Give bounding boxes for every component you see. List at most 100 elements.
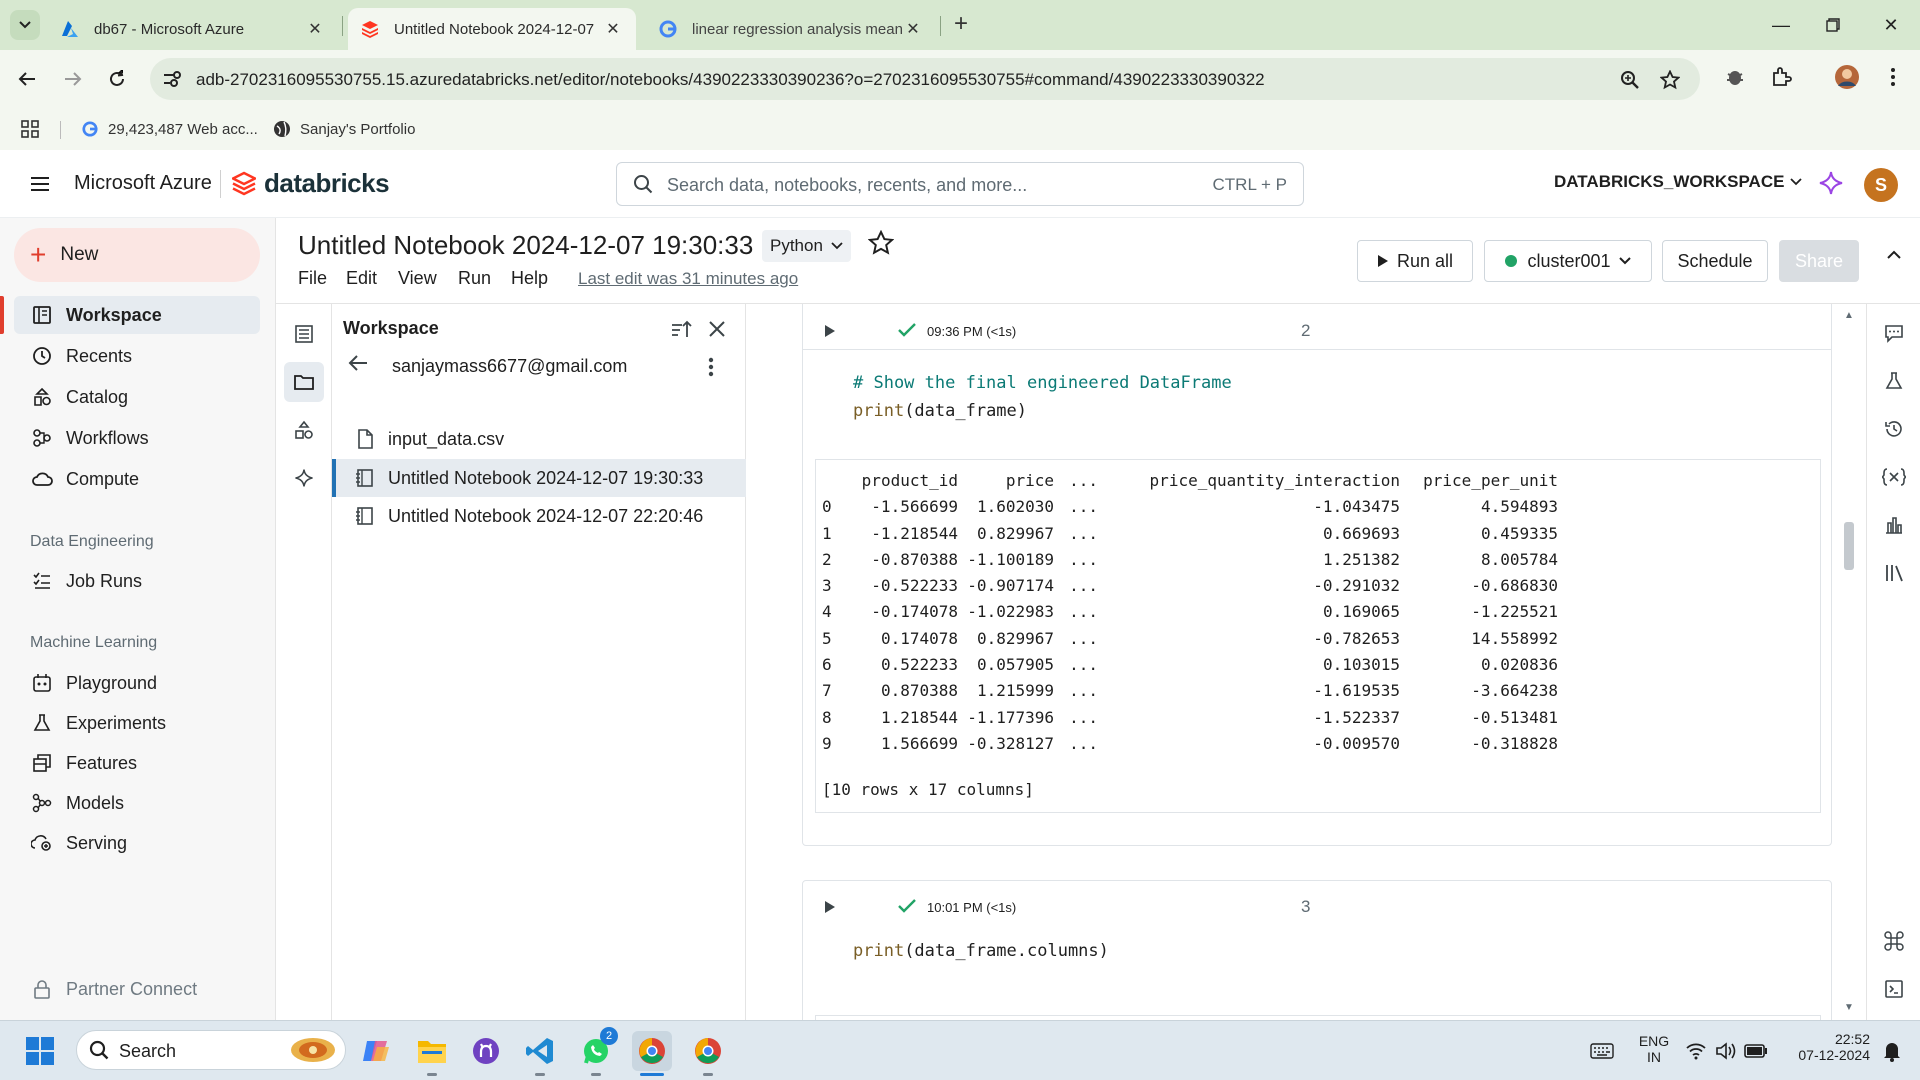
menu-help[interactable]: Help <box>511 268 548 289</box>
cluster-selector[interactable]: cluster001 <box>1484 240 1652 282</box>
sidebar-item-workspace[interactable]: Workspace <box>14 296 260 334</box>
azure-brand[interactable]: Microsoft Azure <box>74 172 212 195</box>
clock[interactable]: 22:52 07-12-2024 <box>1770 1031 1870 1063</box>
github-desktop-icon[interactable] <box>466 1031 506 1071</box>
kebab-menu-icon[interactable] <box>708 356 728 382</box>
notebook-cell[interactable]: 10:01 PM (<1s) 3 print(data_frame.column… <box>802 880 1832 1020</box>
site-info-icon[interactable] <box>162 69 182 89</box>
chrome-profile-icon[interactable] <box>688 1031 728 1071</box>
run-all-button[interactable]: Run all <box>1357 240 1473 282</box>
sidebar-item-workflows[interactable]: Workflows <box>14 419 260 457</box>
sidebar-item-models[interactable]: Models <box>14 784 260 822</box>
new-button[interactable]: + New <box>14 228 260 282</box>
history-icon[interactable] <box>1881 416 1907 442</box>
notebook-scrollbar[interactable]: ▲ ▼ <box>1842 304 1856 1020</box>
bookmark-star-icon[interactable] <box>1658 68 1682 92</box>
scroll-thumb[interactable] <box>1844 522 1854 570</box>
sidebar-item-features[interactable]: Features <box>14 744 260 782</box>
notebook-title[interactable]: Untitled Notebook 2024-12-07 19:30:33 <box>298 230 753 261</box>
close-tab-icon[interactable]: ✕ <box>304 18 326 40</box>
language-selector[interactable]: Python <box>762 230 851 262</box>
close-tab-icon[interactable]: ✕ <box>602 18 624 40</box>
scroll-up-icon[interactable]: ▲ <box>1844 310 1854 321</box>
file-item[interactable]: input_data.csv <box>332 420 746 458</box>
file-explorer-icon[interactable] <box>412 1031 452 1071</box>
run-cell-icon[interactable] <box>823 323 841 341</box>
vscode-icon[interactable] <box>520 1031 560 1071</box>
address-bar[interactable]: adb-2702316095530755.15.azuredatabricks.… <box>150 58 1700 100</box>
language-indicator[interactable]: ENG IN <box>1636 1033 1672 1065</box>
favorite-star-icon[interactable] <box>868 230 896 258</box>
keyboard-icon[interactable] <box>1582 1031 1622 1071</box>
back-icon[interactable] <box>12 64 42 94</box>
minimize-icon[interactable]: — <box>1766 12 1796 38</box>
sidebar-item-job-runs[interactable]: Job Runs <box>14 562 260 600</box>
apps-grid-icon[interactable] <box>20 116 40 142</box>
back-arrow-icon[interactable] <box>348 354 374 380</box>
notebook-cell[interactable]: 09:36 PM (<1s) 2 # Show the final engine… <box>802 304 1832 846</box>
bookmark-portfolio[interactable]: Sanjay's Portfolio <box>272 116 415 142</box>
restore-icon[interactable] <box>1818 12 1848 38</box>
databricks-logo[interactable]: databricks <box>232 168 390 199</box>
profile-avatar-icon[interactable] <box>1832 62 1862 92</box>
extensions-icon[interactable] <box>1766 62 1796 92</box>
close-icon[interactable] <box>704 316 730 342</box>
user-folder-path[interactable]: sanjaymass6677@gmail.com <box>392 356 627 377</box>
assistant-sparkle-icon[interactable] <box>1818 170 1844 196</box>
workspace-switcher[interactable]: DATABRICKS_WORKSPACE <box>1554 172 1803 192</box>
command-palette-icon[interactable] <box>1881 928 1907 954</box>
sidebar-item-catalog[interactable]: Catalog <box>14 378 260 416</box>
assistant-icon[interactable] <box>284 458 324 498</box>
menu-icon[interactable] <box>28 172 52 196</box>
menu-edit[interactable]: Edit <box>346 268 377 289</box>
bookmark-web-acc[interactable]: 29,423,487 Web acc... <box>80 116 258 142</box>
new-tab-button[interactable]: + <box>948 12 974 38</box>
close-window-icon[interactable]: ✕ <box>1876 12 1906 38</box>
file-item[interactable]: Untitled Notebook 2024-12-07 22:20:46 <box>332 497 746 535</box>
close-tab-icon[interactable]: ✕ <box>902 18 924 40</box>
flask-icon[interactable] <box>1881 368 1907 394</box>
reload-icon[interactable] <box>102 64 132 94</box>
browser-tab-notebook[interactable]: Untitled Notebook 2024-12-07 ✕ <box>348 8 636 50</box>
forward-icon[interactable] <box>58 64 88 94</box>
menu-run[interactable]: Run <box>458 268 491 289</box>
chart-bars-icon[interactable] <box>1881 512 1907 538</box>
windows-start-icon[interactable] <box>20 1031 60 1071</box>
copilot-icon[interactable] <box>356 1031 396 1071</box>
code-editor[interactable]: print(data_frame.columns) <box>853 937 1109 965</box>
sidebar-item-serving[interactable]: Serving <box>14 824 260 862</box>
menu-file[interactable]: File <box>298 268 327 289</box>
tab-search-button[interactable] <box>10 10 40 40</box>
sidebar-item-compute[interactable]: Compute <box>14 460 260 498</box>
whatsapp-icon[interactable]: 2 <box>576 1027 618 1071</box>
global-search-input[interactable]: Search data, notebooks, recents, and mor… <box>616 162 1304 206</box>
menu-view[interactable]: View <box>398 268 437 289</box>
browser-menu-icon[interactable] <box>1878 62 1908 92</box>
sidebar-item-experiments[interactable]: Experiments <box>14 704 260 742</box>
folder-icon[interactable] <box>284 362 324 402</box>
code-editor[interactable]: # Show the final engineered DataFrame pr… <box>853 369 1232 425</box>
scroll-down-icon[interactable]: ▼ <box>1844 1002 1854 1013</box>
variables-icon[interactable] <box>1881 464 1907 490</box>
taskbar-search-input[interactable]: Search <box>76 1030 346 1070</box>
library-icon[interactable] <box>1881 560 1907 586</box>
chevron-up-icon[interactable] <box>1886 250 1906 270</box>
file-item[interactable]: Untitled Notebook 2024-12-07 19:30:33 <box>332 459 746 497</box>
schedule-button[interactable]: Schedule <box>1662 240 1768 282</box>
notification-bell-icon[interactable] <box>1872 1031 1912 1071</box>
chrome-icon[interactable] <box>632 1031 672 1071</box>
share-button[interactable]: Share <box>1779 240 1859 282</box>
comments-icon[interactable] <box>1881 320 1907 346</box>
terminal-icon[interactable] <box>1881 976 1907 1002</box>
table-of-contents-icon[interactable] <box>284 314 324 354</box>
zoom-icon[interactable] <box>1618 68 1642 92</box>
extension-bug-icon[interactable] <box>1720 62 1750 92</box>
sort-icon[interactable] <box>668 316 694 342</box>
sidebar-item-partner-connect[interactable]: Partner Connect <box>14 970 260 1008</box>
last-edit-link[interactable]: Last edit was 31 minutes ago <box>578 269 798 289</box>
sidebar-item-recents[interactable]: Recents <box>14 337 260 375</box>
run-cell-icon[interactable] <box>823 899 841 917</box>
browser-tab-azure[interactable]: db67 - Microsoft Azure ✕ <box>48 8 338 50</box>
user-avatar[interactable]: S <box>1864 168 1898 202</box>
sidebar-item-playground[interactable]: Playground <box>14 664 260 702</box>
